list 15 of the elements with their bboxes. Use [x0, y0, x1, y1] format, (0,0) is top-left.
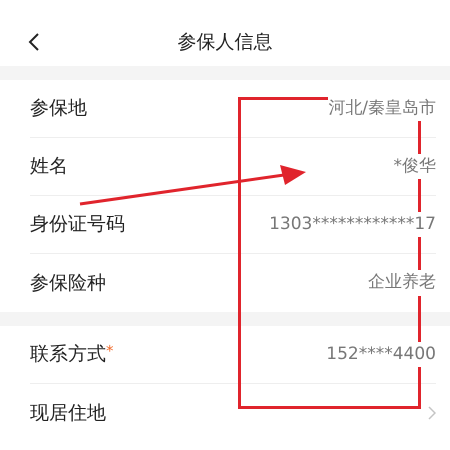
page-title: 参保人信息 — [178, 30, 272, 55]
field-value: 企业养老 — [368, 270, 436, 296]
field-label: 身份证号码 — [30, 212, 125, 238]
back-icon[interactable] — [28, 33, 40, 51]
field-value: 152****4400 — [326, 342, 436, 368]
field-value: 1303************17 — [269, 212, 436, 238]
field-label: 现居住地 — [30, 400, 106, 426]
arrow-icon — [78, 162, 308, 208]
required-asterisk-icon: * — [106, 340, 114, 363]
field-label: 姓名 — [30, 154, 68, 180]
field-label: 联系方式 — [30, 342, 106, 368]
field-label: 参保险种 — [30, 270, 106, 296]
field-label: 参保地 — [30, 96, 87, 122]
field-value: *俊华 — [394, 154, 436, 180]
field-value: 河北/秦皇岛市 — [328, 96, 436, 122]
